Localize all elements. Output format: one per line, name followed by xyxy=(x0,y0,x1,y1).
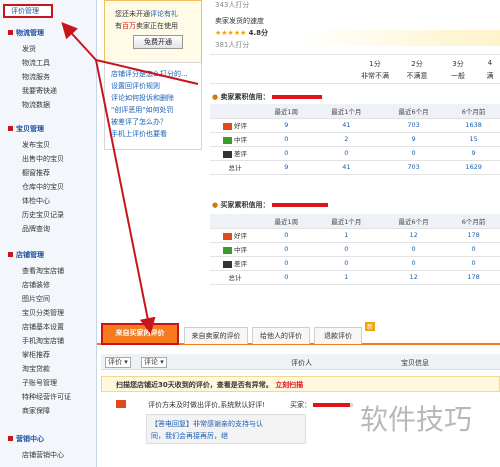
annotation-arrow xyxy=(61,22,97,61)
annotation-arrow xyxy=(95,59,156,334)
annotation-arrows xyxy=(61,22,199,334)
annotation-arrow xyxy=(95,59,199,85)
